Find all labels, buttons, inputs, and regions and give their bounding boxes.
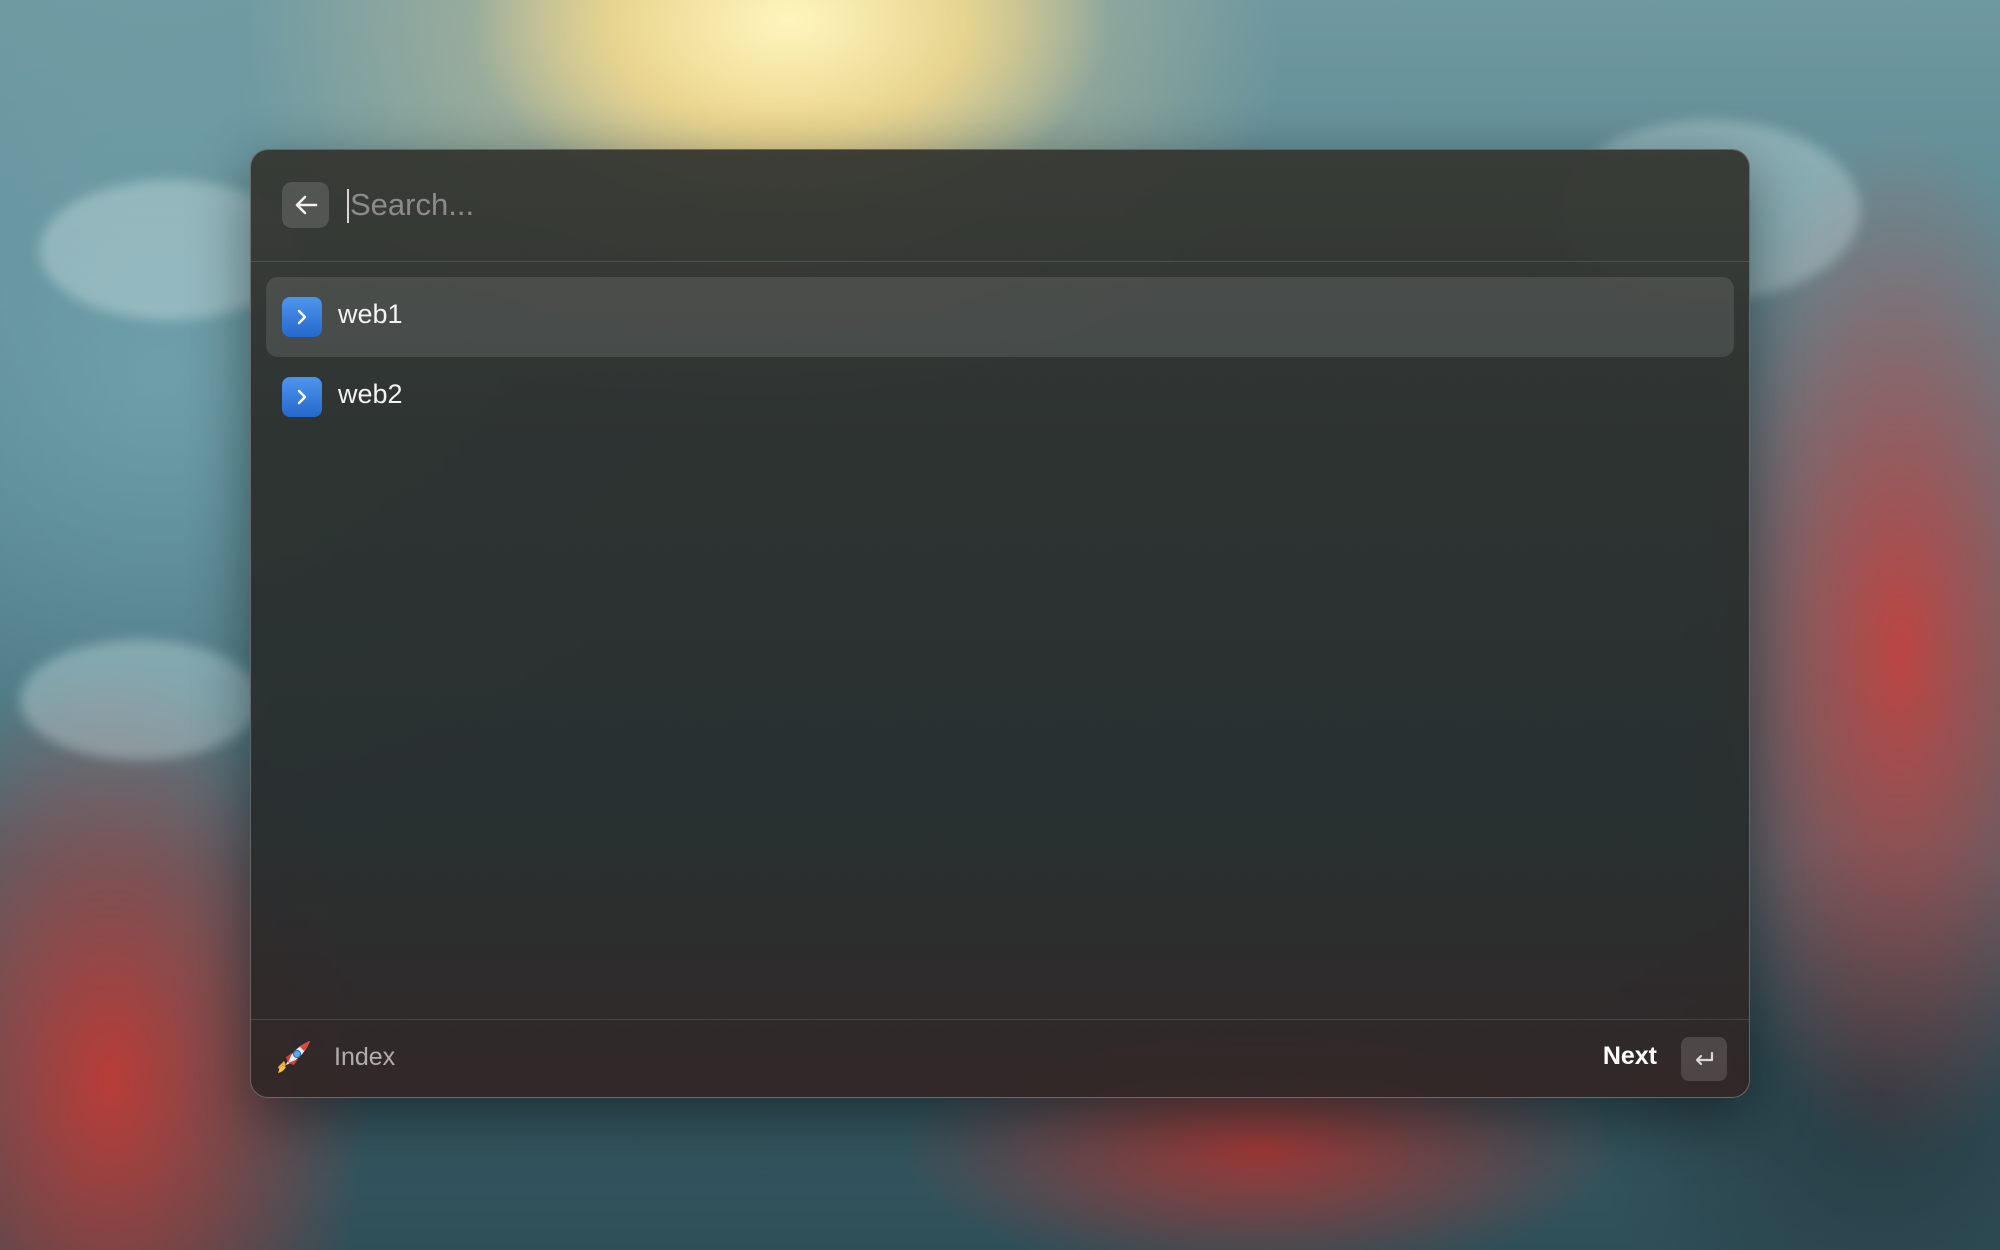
search-bar [251,150,1749,262]
next-action-button[interactable]: Next [1603,1042,1657,1071]
action-bar: Index Next [251,1019,1749,1097]
rocket-icon [278,1041,310,1073]
search-input[interactable] [346,179,1710,231]
launcher-window: web1 web2 Index Next [250,149,1750,1098]
list-item-web2[interactable]: web2 [266,357,1734,437]
chevron-right-icon [282,377,322,417]
chevron-right-icon [282,297,322,337]
list-item-label: web1 [338,299,403,329]
arrow-left-icon [295,195,317,215]
footer-title: Index [334,1043,396,1071]
wallpaper-highlight [20,640,260,760]
list-item-label: web2 [338,379,403,409]
text-cursor [347,189,349,223]
list-item-web1[interactable]: web1 [266,277,1734,357]
return-key-icon[interactable] [1681,1037,1727,1081]
back-button[interactable] [282,182,329,228]
